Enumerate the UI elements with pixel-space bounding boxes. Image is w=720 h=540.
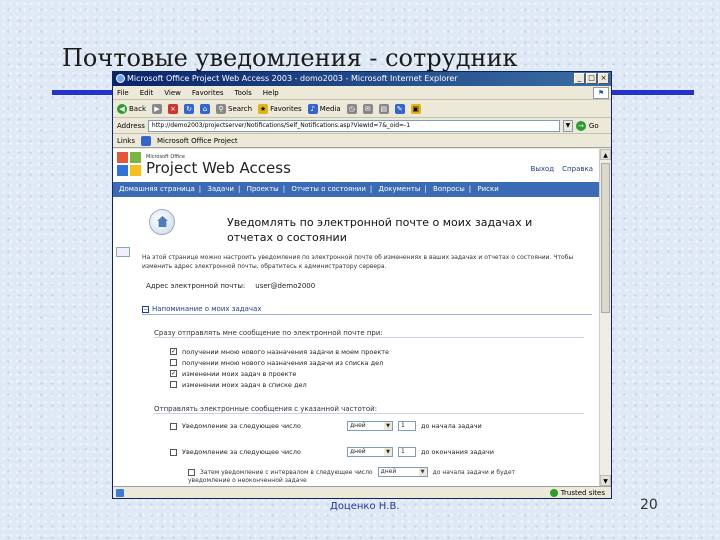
browser-toolbar: ◀ Back ▶ × ↻ ⌂ ⚲ Search ★ Favorites ♪ Media … [113, 100, 611, 118]
trusted-check-icon [549, 489, 558, 497]
window-controls: _ □ × [574, 73, 609, 84]
pwa-brand: Project Web Access [146, 159, 291, 177]
link-page-icon [140, 135, 151, 146]
stop-icon: × [168, 103, 178, 114]
edit-icon: ✎ [394, 103, 405, 114]
menu-help[interactable]: Help [263, 86, 279, 99]
windows-logo-icon: ⚑ [593, 87, 609, 99]
help-link[interactable]: Справка [562, 165, 593, 173]
nav-projects[interactable]: Проекты [247, 185, 279, 193]
home-page-icon [149, 209, 175, 235]
menu-favorites[interactable]: Favorites [192, 86, 224, 99]
slide-author: Доценко Н.В. [330, 501, 400, 512]
media-button[interactable]: ♪ Media [307, 100, 341, 118]
links-item[interactable]: Microsoft Office Project [157, 137, 238, 145]
mail-icon: ✉ [362, 103, 373, 114]
slide-page-number: 20 [640, 497, 658, 513]
go-arrow-icon[interactable]: → [575, 120, 586, 131]
refresh-button[interactable]: ↻ [184, 103, 194, 114]
discuss-button[interactable]: ▣ [410, 103, 421, 114]
history-button[interactable]: ◷ [346, 103, 357, 114]
favorites-star-icon: ★ [258, 103, 269, 114]
back-arrow-icon: ◀ [117, 103, 127, 114]
nav-status-reports[interactable]: Отчеты о состоянии [291, 185, 366, 193]
header-links: Выход Справка [531, 165, 593, 173]
media-label: Media [319, 104, 341, 113]
page-heading: Уведомлять по электронной почте о моих з… [227, 216, 533, 244]
window-title: Microsoft Office Project Web Access 2003… [127, 74, 458, 83]
nav-risks[interactable]: Риски [477, 185, 498, 193]
page-content: Microsoft Office Project Web Access Выхо… [113, 149, 601, 486]
logout-link[interactable]: Выход [531, 165, 555, 173]
back-label: Back [129, 104, 146, 113]
menu-view[interactable]: View [164, 86, 181, 99]
minimize-button[interactable]: _ [574, 73, 585, 84]
menu-bar: File Edit View Favorites Tools Help ⚑ [113, 86, 611, 100]
title-underline-right [608, 90, 694, 95]
scroll-up-icon[interactable]: ▲ [600, 149, 611, 160]
print-button[interactable]: ▤ [378, 103, 389, 114]
nav-documents[interactable]: Документы [379, 185, 421, 193]
nav-home[interactable]: Домашняя страница [119, 185, 195, 193]
discuss-icon: ▣ [410, 103, 421, 114]
history-icon: ◷ [346, 103, 357, 114]
vertical-scrollbar[interactable]: ▲ ▼ [599, 149, 611, 486]
nav-issues[interactable]: Вопросы [433, 185, 465, 193]
search-label: Search [228, 104, 253, 113]
nav-tasks[interactable]: Задачи [207, 185, 234, 193]
menu-edit[interactable]: Edit [140, 86, 154, 99]
address-input[interactable]: http://demo2003/projectserver/Notificati… [147, 119, 560, 132]
pwa-header: Microsoft Office Project Web Access Выхо… [113, 149, 601, 182]
internet-explorer-icon [116, 74, 125, 83]
security-zone: Trusted sites [549, 487, 605, 498]
scroll-thumb[interactable] [601, 163, 610, 313]
search-icon: ⚲ [216, 103, 226, 114]
mail-button[interactable]: ✉ [362, 103, 373, 114]
close-button[interactable]: × [598, 73, 609, 84]
stop-button[interactable]: × [168, 103, 178, 114]
menu-tools[interactable]: Tools [235, 86, 252, 99]
edit-button[interactable]: ✎ [394, 103, 405, 114]
scroll-down-icon[interactable]: ▼ [600, 475, 611, 486]
back-button[interactable]: ◀ Back [117, 100, 146, 118]
address-label: Address [117, 121, 145, 130]
slide-title: Почтовые уведомления - сотрудник [62, 44, 518, 72]
links-bar: Links Microsoft Office Project [113, 134, 611, 148]
browser-window: Microsoft Office Project Web Access 2003… [112, 71, 612, 499]
favorites-button[interactable]: ★ Favorites [258, 100, 302, 118]
print-icon: ▤ [378, 103, 389, 114]
title-underline-left [52, 90, 114, 95]
go-button[interactable]: Go [589, 122, 599, 130]
status-bar: Trusted sites [113, 486, 611, 498]
media-icon: ♪ [307, 103, 318, 114]
links-label: Links [117, 136, 135, 145]
office-logo-icon [117, 152, 143, 178]
address-dropdown-icon[interactable]: ▼ [562, 119, 573, 132]
forward-arrow-icon: ▶ [152, 103, 162, 114]
menu-file[interactable]: File [117, 86, 129, 99]
forward-button[interactable]: ▶ [152, 103, 162, 114]
home-icon: ⌂ [200, 103, 210, 114]
window-titlebar: Microsoft Office Project Web Access 2003… [113, 72, 611, 86]
pwa-nav: Домашняя страница | Задачи | Проекты | Отче… [113, 182, 601, 197]
refresh-icon: ↻ [184, 103, 194, 114]
zone-label: Trusted sites [560, 489, 605, 497]
maximize-button[interactable]: □ [586, 73, 597, 84]
page-status-icon [116, 489, 124, 497]
search-button[interactable]: ⚲ Search [216, 100, 252, 118]
home-button[interactable]: ⌂ [200, 103, 210, 114]
address-bar: Address http://demo2003/projectserver/No… [113, 118, 611, 134]
favorites-label: Favorites [270, 104, 302, 113]
